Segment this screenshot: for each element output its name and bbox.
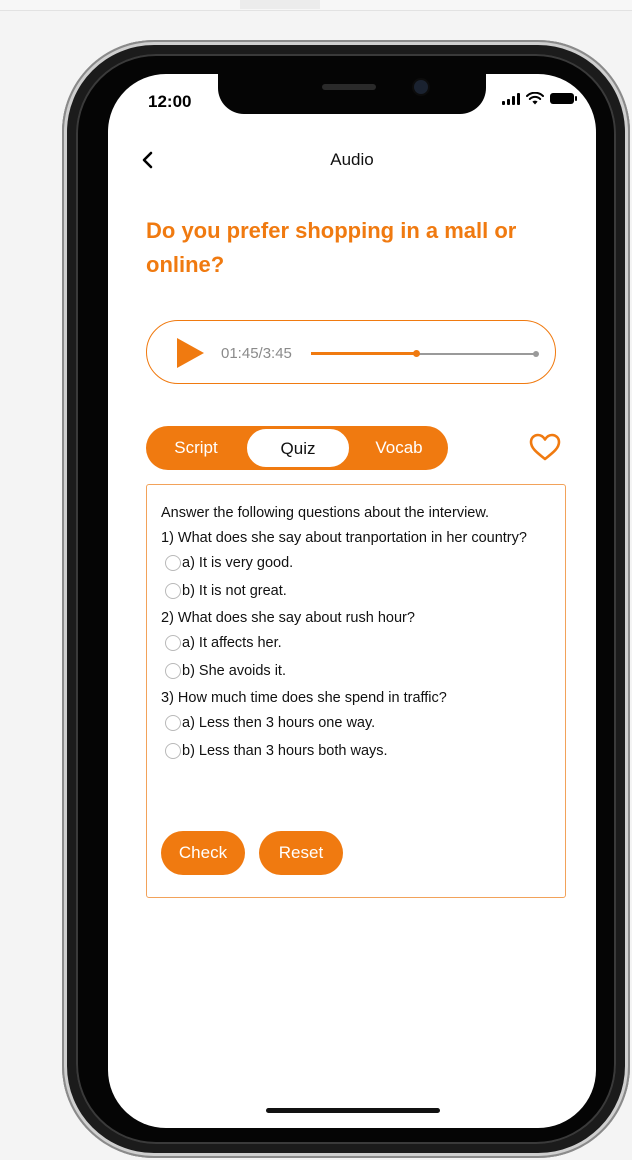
quiz-option[interactable]: a) It is very good. [161,549,551,577]
progress-end-dot [533,351,539,357]
quiz-question-3: 3) How much time does she spend in traff… [161,690,447,706]
option-label: a) It is very good. [182,555,294,571]
progress-fill [311,352,417,355]
quiz-actions: Check Reset [161,831,343,875]
option-label: b) It is not great. [182,583,287,599]
radio-button[interactable] [165,583,181,599]
quiz-intro: Answer the following questions about the… [161,505,490,521]
tab-vocab[interactable]: Vocab [350,426,448,470]
check-button[interactable]: Check [161,831,245,875]
option-label: a) Less then 3 hours one way. [182,715,376,731]
signal-icon [502,92,520,105]
player-time: 01:45/3:45 [221,345,292,362]
browser-tab-placeholder [240,0,320,9]
option-label: b) Less than 3 hours both ways. [182,743,388,759]
battery-icon [550,93,577,104]
radio-button[interactable] [165,743,181,759]
reset-button[interactable]: Reset [259,831,343,875]
radio-button[interactable] [165,715,181,731]
quiz-option[interactable]: b) Less than 3 hours both ways. [161,737,551,765]
radio-button[interactable] [165,555,181,571]
front-camera [414,80,428,94]
status-icons [502,92,577,105]
quiz-option[interactable]: b) She avoids it. [161,657,551,685]
phone-screen: 12:00 Audio Do you prefer shopping in a … [108,74,596,1128]
quiz-option[interactable]: b) It is not great. [161,577,551,605]
progress-knob[interactable] [413,350,421,357]
quiz-question-2: 2) What does she say about rush hour? [161,610,415,626]
home-indicator[interactable] [266,1108,440,1113]
tab-script[interactable]: Script [146,426,246,470]
quiz-question-1: 1) What does she say about tranportation… [161,530,527,546]
progress-slider[interactable] [311,350,539,357]
quiz-panel: Answer the following questions about the… [146,484,566,898]
radio-button[interactable] [165,635,181,651]
audio-player: 01:45/3:45 [146,320,556,384]
radio-button[interactable] [165,663,181,679]
status-time: 12:00 [148,92,192,111]
phone-notch [218,74,486,114]
tab-quiz[interactable]: Quiz [246,428,350,468]
page-title: Audio [330,150,374,169]
option-label: a) It affects her. [182,635,282,651]
heart-outline-icon[interactable] [528,432,562,462]
tab-bar: Script Quiz Vocab [146,426,448,470]
quiz-option[interactable]: a) It affects her. [161,629,551,657]
wifi-icon [526,92,544,105]
speaker-grille [322,84,376,90]
quiz-option[interactable]: a) Less then 3 hours one way. [161,709,551,737]
play-icon[interactable] [175,337,205,369]
question-title: Do you prefer shopping in a mall or onli… [146,218,517,277]
option-label: b) She avoids it. [182,663,286,679]
